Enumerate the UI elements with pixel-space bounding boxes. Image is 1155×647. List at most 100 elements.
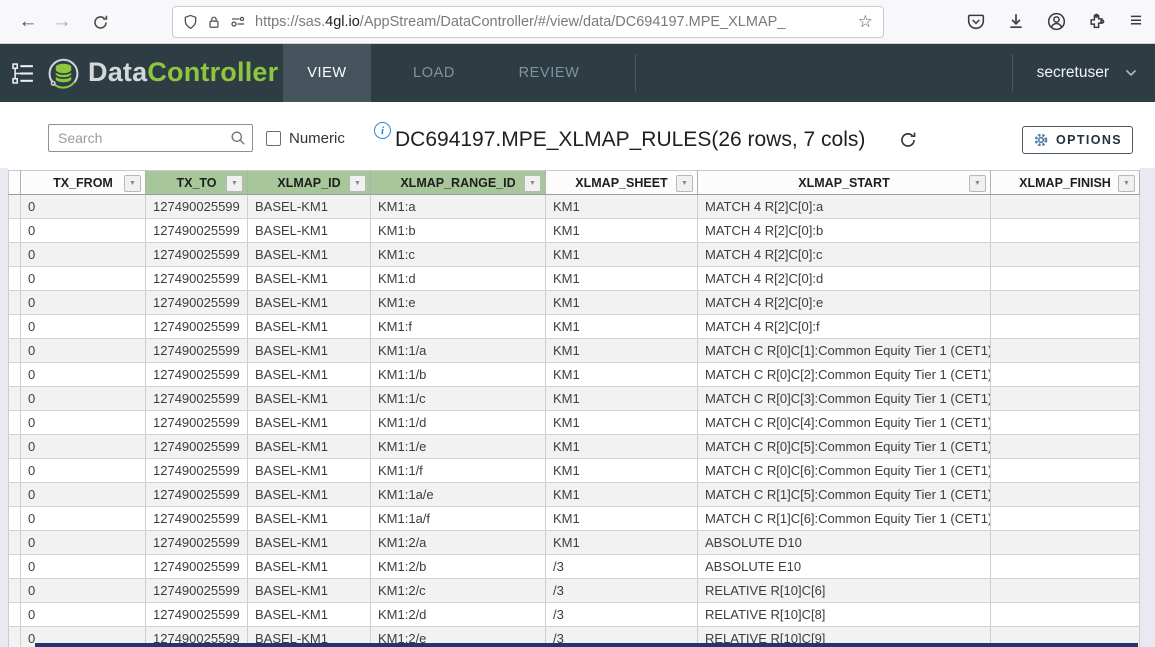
row-gutter[interactable] <box>8 363 21 387</box>
table-cell[interactable] <box>991 339 1140 363</box>
table-cell[interactable]: 0 <box>21 435 146 459</box>
table-cell[interactable]: KM1:f <box>371 315 546 339</box>
row-gutter[interactable] <box>8 243 21 267</box>
table-cell[interactable]: KM1:2/a <box>371 531 546 555</box>
table-cell[interactable]: ABSOLUTE D10 <box>698 531 991 555</box>
table-cell[interactable]: BASEL-KM1 <box>248 603 371 627</box>
url-text[interactable]: https://sas.4gl.io/AppStream/DataControl… <box>255 14 852 30</box>
table-cell[interactable]: /3 <box>546 555 698 579</box>
table-cell[interactable]: 127490025599 <box>146 315 248 339</box>
table-cell[interactable] <box>991 483 1140 507</box>
table-cell[interactable]: KM1:1/d <box>371 411 546 435</box>
tab-review[interactable]: REVIEW <box>500 44 598 102</box>
table-cell[interactable] <box>991 555 1140 579</box>
table-cell[interactable]: 127490025599 <box>146 219 248 243</box>
row-gutter[interactable] <box>8 195 21 219</box>
table-cell[interactable]: 0 <box>21 291 146 315</box>
table-cell[interactable]: BASEL-KM1 <box>248 267 371 291</box>
table-cell[interactable]: KM1:1a/e <box>371 483 546 507</box>
row-gutter[interactable] <box>8 627 21 647</box>
table-cell[interactable]: 0 <box>21 555 146 579</box>
table-cell[interactable] <box>991 579 1140 603</box>
table-cell[interactable]: KM1:a <box>371 195 546 219</box>
table-cell[interactable]: 127490025599 <box>146 555 248 579</box>
row-gutter[interactable] <box>8 579 21 603</box>
row-gutter[interactable] <box>8 339 21 363</box>
table-cell[interactable]: MATCH C R[1]C[5]:Common Equity Tier 1 (C… <box>698 483 991 507</box>
table-cell[interactable]: MATCH C R[0]C[1]:Common Equity Tier 1 (C… <box>698 339 991 363</box>
table-cell[interactable]: BASEL-KM1 <box>248 483 371 507</box>
table-cell[interactable]: BASEL-KM1 <box>248 387 371 411</box>
table-cell[interactable]: BASEL-KM1 <box>248 363 371 387</box>
table-cell[interactable]: 0 <box>21 507 146 531</box>
column-filter-button[interactable]: ▼ <box>124 175 141 192</box>
tree-menu-icon[interactable] <box>12 62 35 90</box>
table-cell[interactable]: KM1 <box>546 363 698 387</box>
url-bar[interactable]: https://sas.4gl.io/AppStream/DataControl… <box>172 6 884 38</box>
column-filter-button[interactable]: ▼ <box>1118 175 1135 192</box>
table-cell[interactable]: 127490025599 <box>146 387 248 411</box>
table-cell[interactable]: MATCH 4 R[2]C[0]:f <box>698 315 991 339</box>
row-gutter[interactable] <box>8 291 21 315</box>
browser-refresh-button[interactable] <box>86 8 114 36</box>
table-cell[interactable] <box>991 411 1140 435</box>
table-cell[interactable]: KM1:2/d <box>371 603 546 627</box>
numeric-checkbox[interactable] <box>266 131 281 146</box>
row-gutter[interactable] <box>8 219 21 243</box>
table-cell[interactable]: MATCH 4 R[2]C[0]:d <box>698 267 991 291</box>
table-cell[interactable]: 127490025599 <box>146 243 248 267</box>
permissions-icon[interactable] <box>230 14 246 30</box>
column-filter-button[interactable]: ▼ <box>524 175 541 192</box>
table-cell[interactable]: KM1 <box>546 243 698 267</box>
table-cell[interactable]: 127490025599 <box>146 339 248 363</box>
table-cell[interactable]: BASEL-KM1 <box>248 555 371 579</box>
account-icon[interactable] <box>1043 8 1069 34</box>
row-gutter[interactable] <box>8 459 21 483</box>
table-cell[interactable]: 127490025599 <box>146 363 248 387</box>
table-cell[interactable]: KM1:c <box>371 243 546 267</box>
table-cell[interactable]: 0 <box>21 195 146 219</box>
table-cell[interactable]: KM1 <box>546 339 698 363</box>
table-cell[interactable]: 127490025599 <box>146 435 248 459</box>
table-cell[interactable]: KM1:1/f <box>371 459 546 483</box>
table-cell[interactable]: BASEL-KM1 <box>248 291 371 315</box>
row-gutter[interactable] <box>8 387 21 411</box>
table-cell[interactable]: KM1:2/c <box>371 579 546 603</box>
table-cell[interactable]: KM1 <box>546 387 698 411</box>
table-cell[interactable]: BASEL-KM1 <box>248 243 371 267</box>
table-cell[interactable]: 127490025599 <box>146 195 248 219</box>
column-filter-button[interactable]: ▼ <box>676 175 693 192</box>
row-gutter[interactable] <box>8 555 21 579</box>
table-cell[interactable]: BASEL-KM1 <box>248 435 371 459</box>
table-cell[interactable]: 127490025599 <box>146 579 248 603</box>
table-cell[interactable]: /3 <box>546 603 698 627</box>
row-gutter[interactable] <box>8 411 21 435</box>
table-cell[interactable]: RELATIVE R[10]C[6] <box>698 579 991 603</box>
row-gutter[interactable] <box>8 267 21 291</box>
table-cell[interactable]: 0 <box>21 459 146 483</box>
table-cell[interactable]: KM1 <box>546 411 698 435</box>
table-cell[interactable] <box>991 219 1140 243</box>
table-cell[interactable]: KM1 <box>546 507 698 531</box>
table-cell[interactable]: KM1:1/e <box>371 435 546 459</box>
table-cell[interactable]: BASEL-KM1 <box>248 315 371 339</box>
table-cell[interactable] <box>991 291 1140 315</box>
table-cell[interactable] <box>991 243 1140 267</box>
table-cell[interactable]: MATCH C R[0]C[2]:Common Equity Tier 1 (C… <box>698 363 991 387</box>
table-cell[interactable]: KM1 <box>546 531 698 555</box>
table-cell[interactable]: 127490025599 <box>146 483 248 507</box>
table-cell[interactable]: MATCH C R[0]C[3]:Common Equity Tier 1 (C… <box>698 387 991 411</box>
column-header-xlmap_range_id[interactable]: XLMAP_RANGE_ID▼ <box>371 170 546 195</box>
user-menu[interactable]: secretuser <box>1037 44 1137 102</box>
table-cell[interactable]: BASEL-KM1 <box>248 579 371 603</box>
table-cell[interactable]: MATCH C R[0]C[6]:Common Equity Tier 1 (C… <box>698 459 991 483</box>
horizontal-scrollbar[interactable] <box>35 643 1138 647</box>
table-cell[interactable]: KM1 <box>546 195 698 219</box>
table-cell[interactable]: KM1 <box>546 267 698 291</box>
options-button[interactable]: OPTIONS <box>1022 126 1133 154</box>
table-cell[interactable] <box>991 459 1140 483</box>
left-scroll-track[interactable] <box>0 168 8 647</box>
table-refresh-icon[interactable] <box>899 131 917 154</box>
table-cell[interactable]: 0 <box>21 243 146 267</box>
table-cell[interactable]: MATCH 4 R[2]C[0]:c <box>698 243 991 267</box>
